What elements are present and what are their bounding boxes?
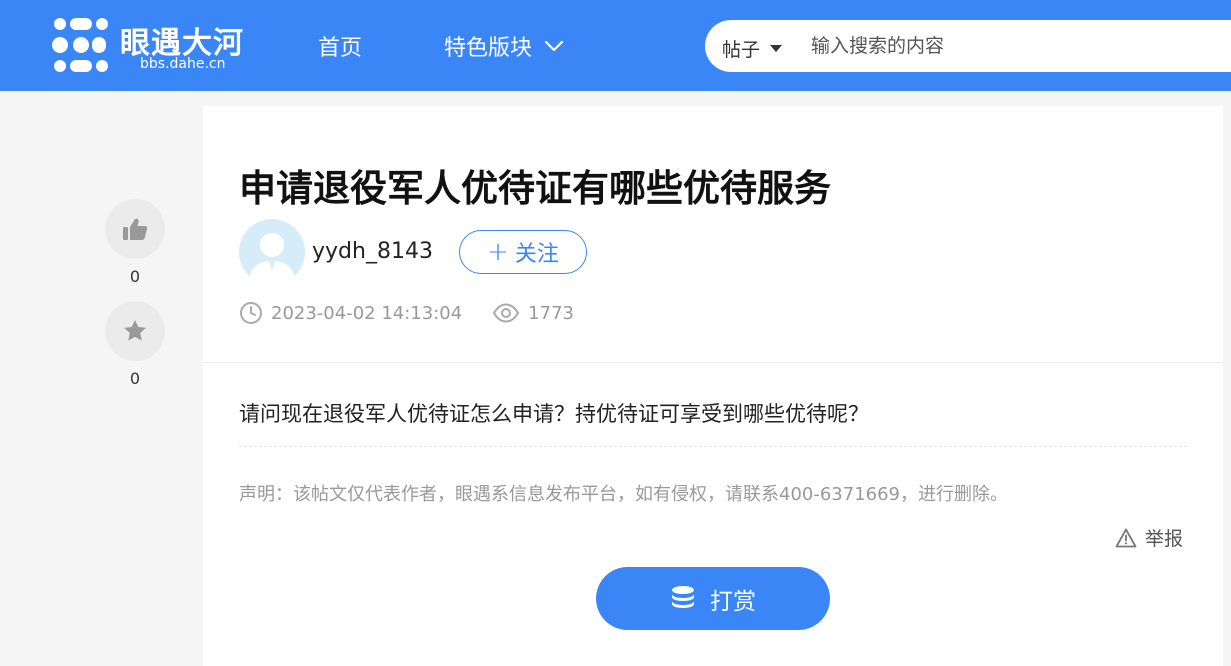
post-timestamp: 2023-04-02 14:13:04 xyxy=(271,302,463,324)
logo-dots-icon xyxy=(52,18,108,72)
follow-label: 关注 xyxy=(514,242,559,267)
favorite-count: 0 xyxy=(129,369,141,388)
view-count: 1773 xyxy=(528,302,574,324)
thumbs-up-icon xyxy=(123,218,148,240)
search-type-label: 帖子 xyxy=(722,39,761,61)
view-count-group: 1773 xyxy=(492,303,574,324)
like-count: 0 xyxy=(129,267,141,286)
clock-icon xyxy=(240,302,262,324)
post-content: 请问现在退役军人优待证怎么申请？持优待证可享受到哪些优待呢？ xyxy=(239,402,869,426)
caret-down-icon xyxy=(770,45,783,52)
star-icon xyxy=(124,319,146,341)
follow-button[interactable]: + 关注 xyxy=(459,230,587,274)
search-type-select[interactable]: 帖子 xyxy=(722,35,783,62)
reward-button[interactable]: 打赏 xyxy=(596,567,830,630)
search-input[interactable] xyxy=(811,30,1231,62)
nav-home[interactable]: 首页 xyxy=(318,30,362,62)
user-avatar-icon xyxy=(248,233,296,285)
logo-domain: bbs.dahe.cn xyxy=(140,56,226,72)
chevron-down-icon xyxy=(544,40,564,52)
nav-featured-label: 特色版块 xyxy=(444,36,533,61)
favorite-action: 0 xyxy=(105,301,165,388)
post-meta: 2023-04-02 14:13:04 1773 xyxy=(239,301,574,325)
top-navbar: 眼遇大河 bbs.dahe.cn 首页 特色版块 帖子 xyxy=(0,0,1231,91)
search-bar: 帖子 xyxy=(705,20,1231,72)
author-avatar[interactable] xyxy=(239,219,305,285)
site-logo[interactable]: 眼遇大河 bbs.dahe.cn xyxy=(52,16,252,76)
report-link[interactable]: 举报 xyxy=(1115,524,1183,551)
report-label: 举报 xyxy=(1145,528,1184,550)
author-name[interactable]: yydh_8143 xyxy=(312,239,433,264)
like-button[interactable] xyxy=(105,199,165,259)
like-action: 0 xyxy=(105,199,165,286)
content-divider xyxy=(239,446,1187,447)
disclaimer-text: 声明：该帖文仅代表作者，眼遇系信息发布平台，如有侵权，请联系400-637166… xyxy=(239,484,1009,505)
eye-icon xyxy=(493,303,520,323)
coins-icon xyxy=(672,585,694,608)
header-divider xyxy=(203,362,1223,363)
favorite-button[interactable] xyxy=(105,301,165,361)
plus-icon: + xyxy=(487,237,509,267)
nav-featured-dropdown[interactable]: 特色版块 xyxy=(444,30,564,62)
warning-icon xyxy=(1115,528,1137,547)
reward-label: 打赏 xyxy=(710,588,756,615)
post-title: 申请退役军人优待证有哪些优待服务 xyxy=(239,167,831,210)
post-card: 申请退役军人优待证有哪些优待服务 yydh_8143 + 关注 2023-04-… xyxy=(203,106,1223,666)
